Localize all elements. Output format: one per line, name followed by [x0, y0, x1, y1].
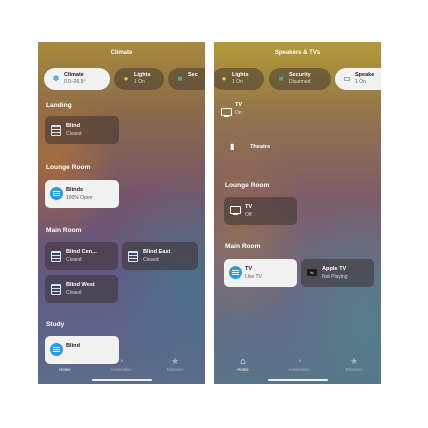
tile-name: TV [235, 102, 243, 108]
apple-tv-icon: tv [307, 269, 317, 276]
tab-home[interactable]: ⌂ Home [45, 356, 85, 372]
pill-title: Climate [64, 72, 84, 78]
tile-status: Off [245, 212, 252, 218]
house-icon: ⌂ [62, 356, 68, 366]
house-icon: ⌂ [240, 356, 246, 366]
tile-name: Theatre [250, 144, 271, 150]
security-pill[interactable]: ■ Security Disarmed [269, 68, 331, 90]
pill-title: Speake [355, 72, 375, 78]
theatre-icon: ▮ [230, 142, 235, 151]
clock-check-icon: ◔ [118, 356, 124, 366]
pill-title: Security [289, 72, 311, 78]
tile-name: TV [245, 204, 253, 210]
star-icon: ★ [170, 356, 180, 366]
section-lounge-room: Lounge Room [225, 182, 270, 189]
tile-status: Closed [66, 257, 82, 263]
tab-label: Automation [110, 367, 132, 372]
blind-icon [51, 125, 61, 136]
tab-discover[interactable]: ★ Discover [334, 356, 374, 372]
tile-main-tv[interactable]: TV Live TV [224, 259, 297, 287]
tab-label: Discover [166, 367, 184, 372]
top-tv-item[interactable]: TV On [219, 100, 279, 122]
speaker-icon: ▭ [343, 74, 351, 83]
section-lounge-room: Lounge Room [46, 164, 91, 171]
tab-bar: ⌂ Home ◔ Automation ★ Discover [38, 352, 205, 384]
home-indicator[interactable] [91, 379, 152, 381]
tile-name: Blind West [66, 282, 95, 288]
lightbulb-icon: ● [221, 74, 227, 83]
tile-name: Blinds [66, 187, 84, 193]
section-main-room: Main Room [46, 227, 82, 234]
tile-status: Closed [66, 290, 82, 296]
tile-status: 100% Open [66, 195, 93, 201]
tab-label: Home [237, 367, 249, 372]
section-main-room: Main Room [225, 243, 261, 250]
tab-label: Automation [288, 367, 310, 372]
pill-subtitle: Disarmed [289, 79, 311, 85]
lock-icon: ■ [278, 74, 284, 83]
lock-icon: ■ [177, 74, 183, 83]
pill-title: Lights [232, 72, 249, 78]
tile-name: Apple TV [322, 266, 347, 272]
tab-automation[interactable]: ◔ Automation [101, 356, 141, 372]
tab-label: Home [59, 367, 71, 372]
pill-subtitle: 1 On [134, 79, 145, 85]
security-pill[interactable]: ■ Sec [168, 68, 205, 90]
climate-screen: Climate ✽ Climate 0.0–26.5° ● Lights 1 O… [38, 42, 205, 384]
tab-automation[interactable]: ◔ Automation [279, 356, 319, 372]
tile-lounge-tv[interactable]: TV Off [224, 197, 297, 225]
tile-name: Blind Cen... [66, 249, 97, 255]
tile-lounge-blinds[interactable]: Blinds 100% Open [45, 180, 119, 208]
tile-blind-east[interactable]: Blind East Closed [122, 242, 198, 270]
tile-name: Blind East [143, 249, 171, 255]
tile-name: TV [245, 266, 253, 272]
tile-name: Blind [66, 123, 80, 129]
tab-discover[interactable]: ★ Discover [155, 356, 195, 372]
tab-home[interactable]: ⌂ Home [223, 356, 263, 372]
fan-icon: ✽ [52, 74, 60, 83]
speakers-pill[interactable]: ▭ Speake 1 On [335, 68, 381, 90]
lights-pill[interactable]: ● Lights 1 On [214, 68, 264, 90]
section-study: Study [46, 321, 65, 328]
tile-status: Not Playing [322, 274, 348, 280]
tile-status: On [235, 110, 242, 116]
tab-label: Discover [345, 367, 363, 372]
tile-landing-blind[interactable]: Blind Closed [45, 116, 119, 144]
tile-status: Live TV [245, 274, 262, 280]
tv-icon [221, 108, 232, 117]
tv-icon [229, 266, 242, 279]
theatre-item[interactable]: ▮ Theatre [219, 138, 299, 158]
tile-status: Closed [66, 131, 82, 137]
lightbulb-icon: ● [123, 74, 129, 83]
tv-icon [230, 206, 241, 215]
clock-check-icon: ◔ [296, 356, 302, 366]
blind-icon [51, 284, 61, 295]
climate-pill[interactable]: ✽ Climate 0.0–26.5° [44, 68, 110, 90]
section-landing: Landing [46, 102, 72, 109]
pill-title: Sec [188, 72, 198, 78]
page-title: Climate [110, 50, 133, 56]
lights-pill[interactable]: ● Lights 1 On [114, 68, 164, 90]
tile-blind-west[interactable]: Blind West Closed [45, 275, 118, 303]
blind-icon [128, 251, 138, 262]
tab-bar: ⌂ Home ◔ Automation ★ Discover [214, 352, 381, 384]
pill-subtitle: 1 On [355, 79, 366, 85]
tile-blind-centre[interactable]: Blind Cen... Closed [45, 242, 118, 270]
page-title: Speakers & TVs [274, 50, 321, 56]
tile-apple-tv[interactable]: tv Apple TV Not Playing [301, 259, 374, 287]
pill-subtitle: 0.0–26.5° [64, 79, 86, 85]
pill-subtitle: 1 On [232, 79, 243, 85]
pill-title: Lights [134, 72, 151, 78]
blind-icon [50, 187, 63, 200]
home-indicator[interactable] [267, 379, 328, 381]
blind-icon [51, 251, 61, 262]
star-icon: ★ [349, 356, 359, 366]
tile-name: Blind [66, 343, 80, 349]
tile-status: Closed [143, 257, 159, 263]
speakers-tvs-screen: Speakers & TVs ● Lights 1 On ■ Security … [214, 42, 381, 384]
